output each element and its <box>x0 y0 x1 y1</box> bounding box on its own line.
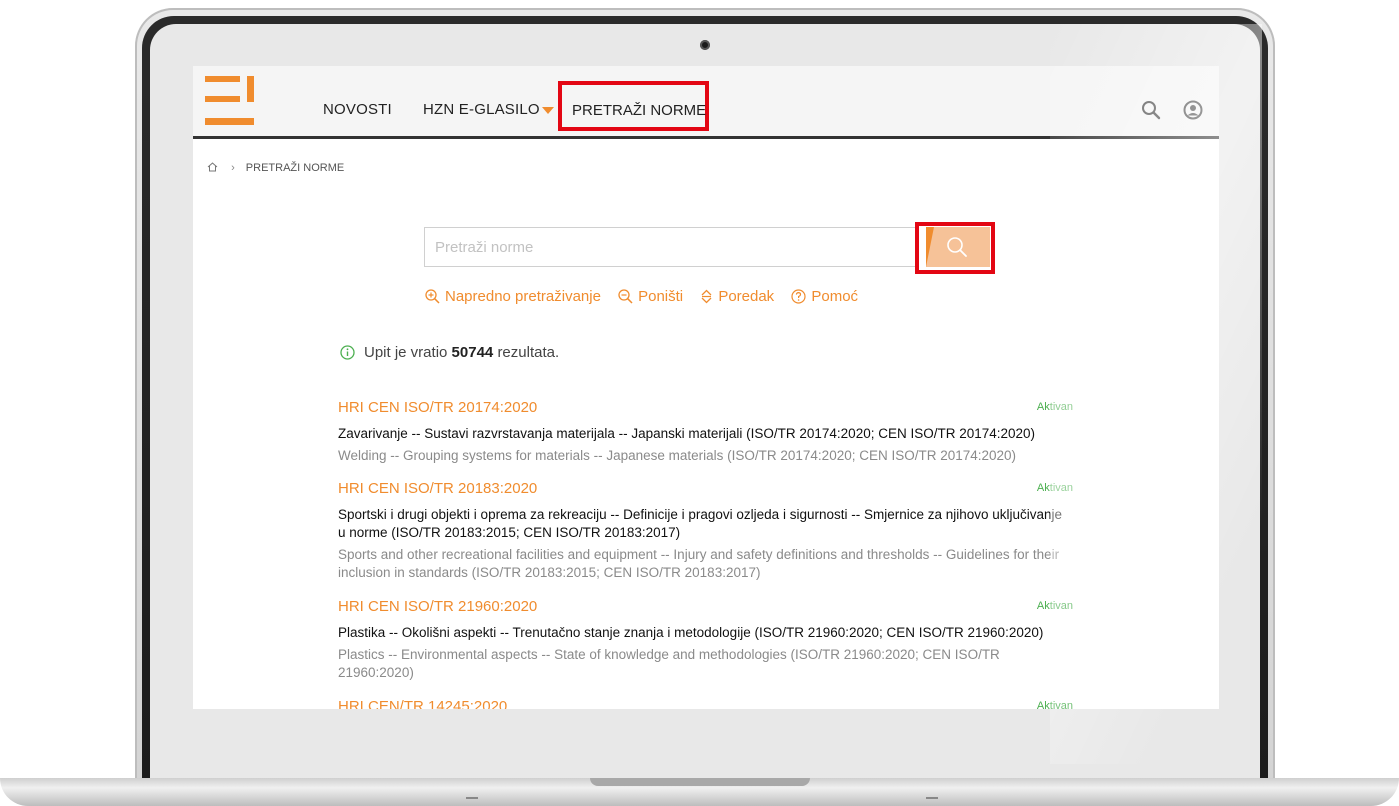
sort-icon <box>701 289 712 304</box>
result-code-link[interactable]: HRI CEN/TR 14245:2020 <box>338 698 1073 709</box>
home-icon[interactable] <box>207 162 218 172</box>
user-icon[interactable] <box>1183 100 1203 120</box>
zoom-in-icon <box>425 289 440 304</box>
result-code-link[interactable]: HRI CEN ISO/TR 20183:2020 <box>338 480 1073 497</box>
result-title-hr: Plastika -- Okolišni aspekti -- Trenutač… <box>338 625 1044 640</box>
reset-search-link[interactable]: Poništi <box>618 288 683 305</box>
result-title-hr: Zavarivanje -- Sustavi razvrstavanja mat… <box>338 426 1036 441</box>
caret-down-icon[interactable] <box>542 107 554 114</box>
help-icon <box>791 289 806 304</box>
nav-item-novosti[interactable]: NOVOSTI <box>323 101 392 118</box>
zoom-out-icon <box>618 289 633 304</box>
nav-item-pretrazi-norme[interactable]: PRETRAŽI NORME <box>558 81 709 131</box>
result-item: HRI CEN/TR 14245:2020 Aktivan <box>338 698 1073 709</box>
search-tools: Napredno pretraživanje Poništi Poredak P… <box>425 288 871 308</box>
result-title-hr: Sportski i drugi objekti i oprema za rek… <box>338 507 1063 540</box>
sort-order-label: Poredak <box>718 288 775 305</box>
result-count-prefix: Upit je vratio <box>364 344 448 361</box>
search-input[interactable] <box>424 227 918 267</box>
breadcrumb: › PRETRAŽI NORME <box>207 162 344 174</box>
advanced-search-link[interactable]: Napredno pretraživanje <box>425 288 601 305</box>
status-badge: Aktivan <box>1036 401 1073 413</box>
result-count-number: 50744 <box>451 344 494 361</box>
breadcrumb-separator: › <box>231 162 235 174</box>
result-count: Upit je vratio 50744 rezultata. <box>340 344 559 361</box>
result-item: HRI CEN ISO/TR 20174:2020 Aktivan Zavari… <box>338 399 1073 465</box>
result-code-link[interactable]: HRI CEN ISO/TR 20174:2020 <box>338 399 1073 416</box>
help-link[interactable]: Pomoć <box>791 288 858 305</box>
result-item: HRI CEN ISO/TR 21960:2020 Aktivan Plasti… <box>338 598 1073 682</box>
breadcrumb-current: PRETRAŽI NORME <box>245 162 345 174</box>
result-title-en: Welding -- Grouping systems for material… <box>338 448 1017 463</box>
laptop-foot <box>926 797 938 799</box>
status-badge: Aktivan <box>1036 600 1073 612</box>
result-code-link[interactable]: HRI CEN ISO/TR 21960:2020 <box>338 598 1073 615</box>
browser-screen: NOVOSTI HZN E-GLASILO PRETRAŽI NORME › P… <box>193 66 1219 709</box>
laptop-foot <box>466 797 478 799</box>
search-icon[interactable] <box>1141 100 1161 120</box>
help-label: Pomoć <box>811 288 859 305</box>
sort-order-link[interactable]: Poredak <box>700 288 774 305</box>
camera-icon <box>700 40 710 50</box>
site-header: NOVOSTI HZN E-GLASILO PRETRAŽI NORME <box>193 66 1219 139</box>
info-icon <box>340 345 355 360</box>
nav-item-pretrazi-norme-label: PRETRAŽI NORME <box>572 102 707 119</box>
search-button-highlight <box>915 222 995 274</box>
reset-search-label: Poništi <box>638 288 684 305</box>
result-count-suffix: rezultata. <box>497 344 560 361</box>
status-badge: Aktivan <box>1036 700 1073 709</box>
laptop-base-notch <box>590 778 810 786</box>
hzn-logo[interactable] <box>205 76 255 126</box>
result-title-en: Sports and other recreational facilities… <box>338 547 1060 580</box>
status-badge: Aktivan <box>1036 482 1073 494</box>
nav-item-hzn-e-glasilo[interactable]: HZN E-GLASILO <box>423 101 540 118</box>
result-title-en: Plastics -- Environmental aspects -- Sta… <box>338 647 1000 680</box>
result-item: HRI CEN ISO/TR 20183:2020 Aktivan Sports… <box>338 480 1073 582</box>
advanced-search-label: Napredno pretraživanje <box>445 288 601 305</box>
